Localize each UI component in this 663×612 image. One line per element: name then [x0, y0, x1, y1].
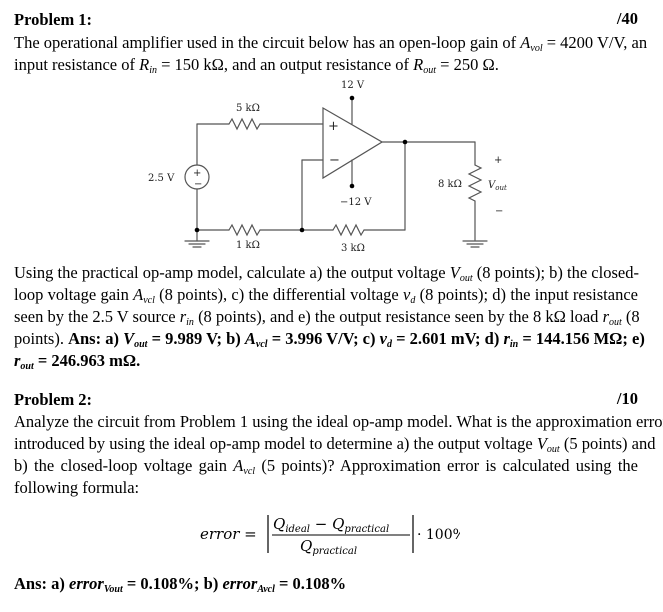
vplus-label: 12 V	[341, 80, 365, 91]
vplus-node	[349, 95, 355, 101]
formula-lhs: error =	[200, 525, 257, 543]
problem1-answer-line2: rout = 246.963 mΩ.	[14, 351, 141, 372]
noninverting-plus: +	[328, 119, 339, 134]
inverting-minus: −	[329, 153, 340, 168]
output-node	[402, 139, 408, 145]
error-formula: error = Qideal − Qpractical Qpractical ·…	[200, 515, 460, 557]
resistor-8k	[467, 164, 483, 202]
resistor-5k	[228, 117, 261, 131]
problem2-score: /10	[616, 389, 638, 408]
resistor-1k-label: 1 kΩ	[236, 240, 260, 251]
vminus-label: −12 V	[340, 197, 372, 208]
resistor-5k-label: 5 kΩ	[236, 103, 260, 114]
source-label: 2.5 V	[148, 173, 175, 184]
problem2-line4: following formula:	[14, 478, 140, 497]
resistor-1k	[228, 223, 261, 237]
problem2-title: Problem 2:	[14, 390, 93, 409]
vout-label: Vout	[488, 180, 507, 192]
resistor-3k-label: 3 kΩ	[341, 243, 365, 254]
resistor-3k	[332, 223, 365, 237]
formula-denominator: Qpractical	[300, 537, 357, 557]
problem2-answer: Ans: a) errorVout = 0.108%; b) errorAvcl…	[14, 574, 347, 595]
problem2-line1: Analyze the circuit from Problem 1 using…	[14, 412, 663, 431]
ground-node	[194, 227, 200, 233]
vminus-node	[349, 183, 355, 189]
formula-numerator: Qideal − Qpractical	[273, 515, 389, 535]
vout-plus: +	[494, 155, 502, 166]
inverting-node	[299, 227, 305, 233]
source-plus: +	[193, 168, 201, 179]
opamp-circuit-diagram: 12 V −12 V 2.5 V 5 kΩ 1 kΩ 3 kΩ 8 kΩ Vou…	[148, 80, 507, 254]
resistor-8k-label: 8 kΩ	[438, 179, 462, 190]
source-minus: −	[194, 179, 202, 190]
vout-minus: −	[495, 206, 503, 217]
formula-rhs: · 100%	[417, 527, 460, 543]
